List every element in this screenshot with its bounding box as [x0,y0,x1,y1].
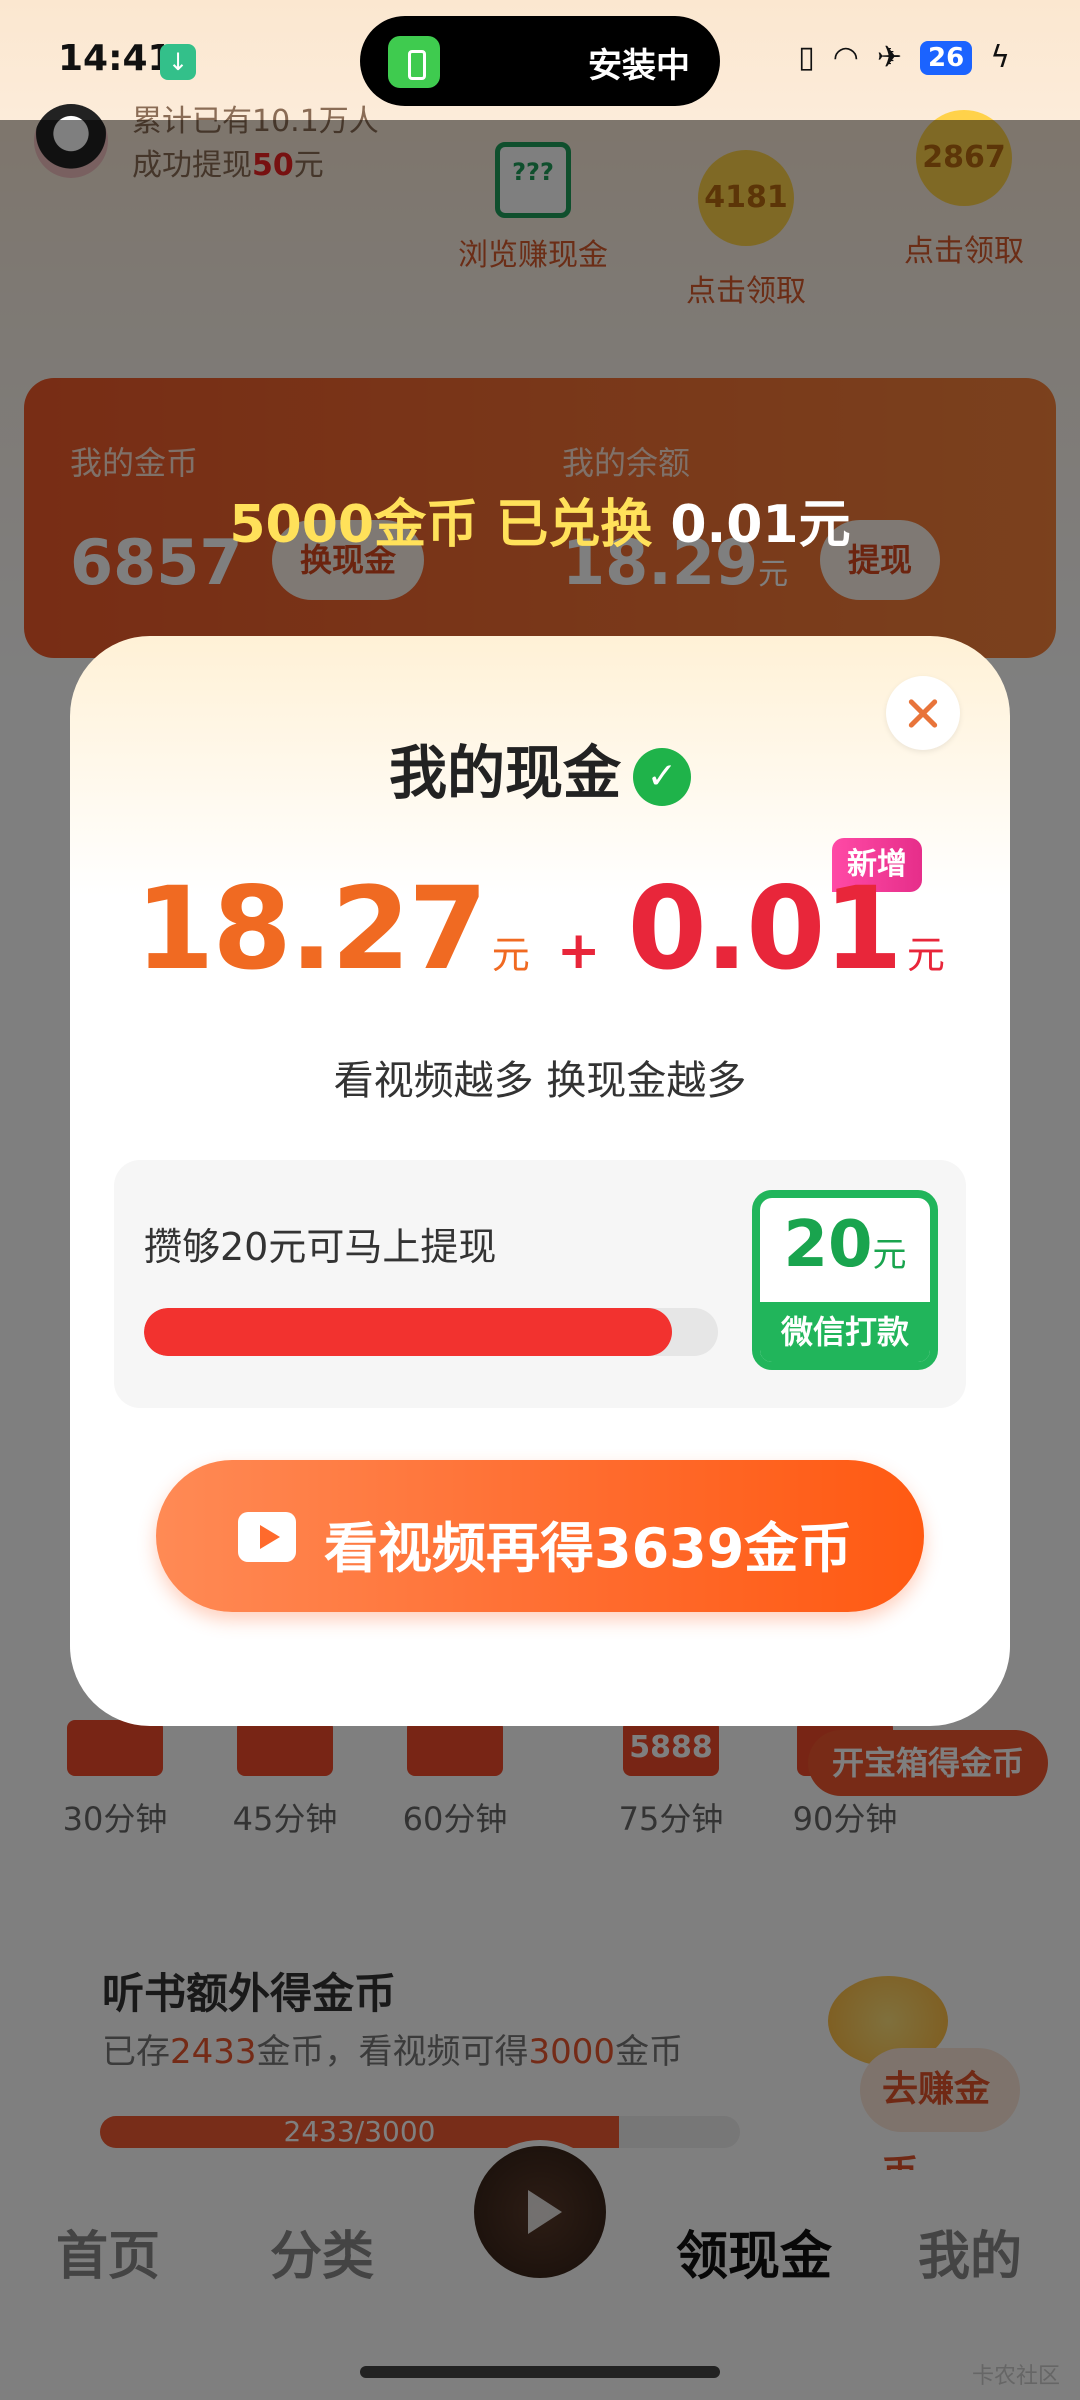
watch-video-label: 看视频再得3639金币 [324,1517,853,1580]
island-status-text: 安装中 [588,46,690,86]
watch-video-button[interactable]: 看视频再得3639金币 [156,1460,924,1612]
withdraw-progress-bar [144,1308,718,1356]
wechat-check-icon: ✓ [633,747,691,806]
withdraw-progress-fill [144,1308,673,1356]
wechat-payout-badge: 20元 微信打款 [752,1190,938,1370]
status-icons: ▯ ◠ ✈ 26 ϟ [798,40,1010,75]
added-cash: 0.01 [627,862,903,995]
current-cash: 18.27 [135,862,488,995]
payout-amount: 20 [783,1208,873,1282]
app-install-icon [388,36,440,88]
plus-sign: + [556,921,601,981]
dynamic-island[interactable]: 安装中 [360,16,720,106]
status-time: 14:41 [58,38,173,79]
dialog-subtitle: 看视频越多 换现金越多 [333,1058,747,1104]
airplane-icon: ✈ [876,40,903,75]
watermark: 卡农社区 [971,2364,1060,2389]
withdraw-progress-label: 攒够20元可马上提现 [144,1225,497,1269]
exchange-toast: 5000金币 已兑换 0.01元 [229,495,851,555]
home-indicator[interactable] [360,2366,720,2378]
play-video-icon [238,1512,296,1562]
battery-level: 26 [920,40,973,75]
withdraw-progress-card: 攒够20元可马上提现 20元 微信打款 [114,1160,966,1408]
vibrate-icon: ▯ [798,40,815,75]
charging-icon: ϟ [990,40,1010,75]
wifi-icon: ◠ [832,40,859,75]
cash-dialog: 我的现金 ✓ 新增 18.27 元 + 0.01 元 看视频越多 换现金越多 攒够20… [70,636,1010,1726]
payout-label: 微信打款 [760,1302,930,1362]
download-icon: ↓ [160,44,196,80]
cash-amounts: 18.27 元 + 0.01 元 [135,862,945,995]
dialog-title: 我的现金 ✓ [70,726,1010,810]
